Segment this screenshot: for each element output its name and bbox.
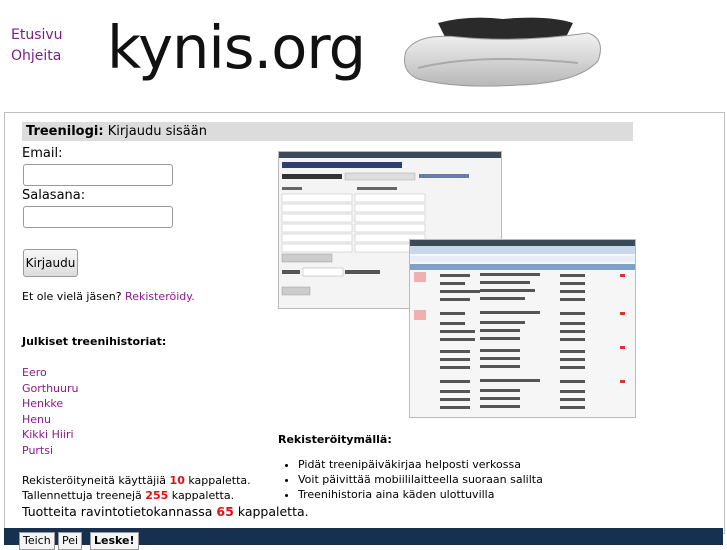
site-logo: kynis.org (107, 13, 366, 82)
footer-button-1[interactable]: Teich (19, 532, 55, 550)
user-link-henkke[interactable]: Henkke (22, 396, 79, 412)
benefit-item: Treenihistoria aina käden ulottuvilla (298, 487, 543, 502)
register-link[interactable]: Rekisteröidy. (125, 290, 195, 303)
footer-button-2[interactable]: Pei (58, 532, 83, 550)
app-screenshot-history (409, 239, 636, 418)
login-title-bold: Treenilogi: (26, 124, 104, 139)
not-member-text: Et ole vielä jäsen? Rekisteröidy. (22, 290, 195, 303)
password-label: Salasana: (22, 188, 86, 203)
login-title-bar: Treenilogi: Kirjaudu sisään (22, 122, 633, 141)
password-field[interactable] (23, 206, 173, 228)
benefit-item: Voit päivittää mobiililaitteella suoraan… (298, 472, 543, 487)
stat-products: Tuotteita ravintotietokannassa 65 kappal… (22, 504, 309, 519)
user-link-purtsi[interactable]: Purtsi (22, 443, 79, 459)
site-stats: Rekisteröityneitä käyttäjiä 10 kappalett… (22, 473, 309, 520)
stat-workouts: Tallennettuja treenejä 255 kappaletta. (22, 489, 235, 502)
email-field[interactable] (23, 164, 173, 186)
top-nav: Etusivu Ohjeita (11, 25, 63, 67)
public-histories-title: Julkiset treenihistoriat: (22, 335, 167, 348)
not-member-label: Et ole vielä jäsen? (22, 290, 122, 303)
user-link-gorthuuru[interactable]: Gorthuuru (22, 381, 79, 397)
user-link-henu[interactable]: Henu (22, 412, 79, 428)
user-link-eero[interactable]: Eero (22, 365, 79, 381)
email-label: Email: (22, 146, 63, 161)
main-panel: Treenilogi: Kirjaudu sisään Email: Salas… (4, 112, 725, 534)
footer-button-3[interactable]: Leske! (90, 532, 139, 550)
crossed-arms-image (404, 17, 601, 87)
benefit-item: Pidät treenipäiväkirjaa helposti verkoss… (298, 457, 543, 472)
registration-benefits-title: Rekisteröitymällä: (278, 433, 392, 446)
public-user-list: Eero Gorthuuru Henkke Henu Kikki Hiiri P… (22, 365, 79, 458)
registration-benefits-list: Pidät treenipäiväkirjaa helposti verkoss… (298, 457, 543, 502)
login-title-text: Kirjaudu sisään (107, 124, 207, 139)
stat-users: Rekisteröityneitä käyttäjiä 10 kappalett… (22, 474, 251, 487)
nav-home-link[interactable]: Etusivu (11, 25, 63, 46)
login-button[interactable]: Kirjaudu (23, 249, 78, 277)
user-link-kikki-hiiri[interactable]: Kikki Hiiri (22, 427, 79, 443)
nav-help-link[interactable]: Ohjeita (11, 46, 63, 67)
